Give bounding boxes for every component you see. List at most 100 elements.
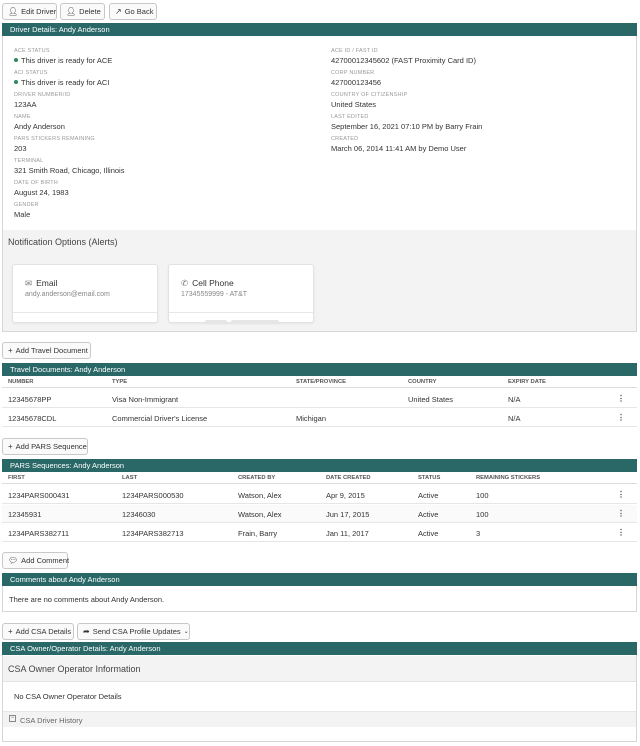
- doc-type: Visa Non-Immigrant: [112, 395, 179, 404]
- phone-card-title: Cell Phone: [192, 278, 234, 288]
- ace-status-value: This driver is ready for ACE: [14, 56, 112, 65]
- doc-number: 12345678CDL: [8, 414, 57, 423]
- dob-value: August 24, 1983: [14, 188, 69, 197]
- status-dot-icon: [14, 80, 18, 84]
- column-header: REMAINING STICKERS: [476, 475, 541, 481]
- edit-driver-button[interactable]: 👤︎ Edit Driver: [2, 3, 57, 20]
- more-options-icon[interactable]: ⋮: [617, 528, 625, 537]
- created-label: CREATED: [331, 136, 359, 142]
- doc-state: Michigan: [296, 414, 327, 423]
- send-csa-profile-updates-label: Send CSA Profile Updates: [92, 627, 181, 636]
- column-header: STATE/PROVINCE: [296, 379, 347, 385]
- delete-label: Delete: [79, 7, 101, 16]
- go-back-button[interactable]: ↗ Go Back: [109, 3, 157, 20]
- driver-details-title: Driver Details: Andy Anderson: [10, 25, 110, 34]
- name-label: NAME: [14, 114, 31, 120]
- ace-id-label: ACE ID / FAST ID: [331, 48, 378, 54]
- csa-header: CSA Owner/Operator Details: Andy Anderso…: [2, 642, 637, 655]
- pars-remaining: 100: [476, 510, 489, 519]
- doc-expiry: N/A: [508, 414, 521, 423]
- pars-date-created: Jun 17, 2015: [326, 510, 370, 519]
- pars-last: 1234PARS000530: [122, 491, 184, 500]
- csa-driver-history-label: CSA Driver History: [20, 716, 83, 725]
- citizenship-label: COUNTRY OF CITIZENSHIP: [331, 92, 408, 98]
- table-row[interactable]: 12345931 12346030 Watson, Alex Jun 17, 2…: [2, 505, 637, 523]
- add-travel-document-button[interactable]: + Add Travel Document: [2, 342, 91, 359]
- status-dot-icon: [14, 58, 18, 62]
- travel-documents-header: Travel Documents: Andy Anderson: [2, 363, 637, 376]
- send-csa-profile-updates-button[interactable]: ➦ Send CSA Profile Updates ⌄: [77, 623, 190, 640]
- gender-label: GENDER: [14, 202, 39, 208]
- pars-sequences-title: PARS Sequences: Andy Anderson: [10, 461, 125, 470]
- external-link-icon: ↗: [115, 7, 122, 16]
- more-options-icon[interactable]: ⋮: [617, 394, 625, 403]
- pars-date-created: Jan 11, 2017: [326, 529, 369, 538]
- csa-empty-text: No CSA Owner Operator Details: [14, 692, 122, 701]
- csa-section-title-bar: CSA Owner Operator Information: [3, 656, 636, 682]
- corp-number-label: CORP NUMBER: [331, 70, 375, 76]
- envelope-icon: ✉: [25, 278, 33, 288]
- add-pars-sequence-label: Add PARS Sequence: [15, 442, 87, 451]
- driver-number-value: 123AA: [14, 100, 37, 109]
- travel-table-header: NUMBER TYPE STATE/PROVINCE COUNTRY EXPIR…: [2, 377, 637, 388]
- more-options-icon[interactable]: ⋮: [617, 490, 625, 499]
- terminal-value: 321 Smith Road, Chicago, Illinois: [14, 166, 125, 175]
- plus-icon: +: [8, 627, 13, 636]
- pars-first: 1234PARS000431: [8, 491, 70, 500]
- pars-status: Active: [418, 510, 439, 519]
- delete-button[interactable]: 👤︎ Delete: [60, 3, 105, 20]
- chevron-down-icon: ⌄: [183, 629, 189, 635]
- created-value: March 06, 2014 11:41 AM by Demo User: [331, 144, 467, 153]
- notifications-title: Notification Options (Alerts): [8, 237, 118, 247]
- column-header: COUNTRY: [408, 379, 437, 385]
- pars-created-by: Watson, Alex: [238, 491, 282, 500]
- add-pars-sequence-button[interactable]: + Add PARS Sequence: [2, 438, 88, 455]
- phone-card-toggle-a[interactable]: [205, 320, 227, 324]
- pars-stickers-label: PARS STICKERS REMAINING: [14, 136, 95, 142]
- dob-label: DATE OF BIRTH: [14, 180, 58, 186]
- ace-status-label: ACE STATUS: [14, 48, 50, 54]
- add-csa-details-button[interactable]: + Add CSA Details: [2, 623, 74, 640]
- phone-card-toggle-b[interactable]: [231, 320, 279, 324]
- pars-created-by: Watson, Alex: [238, 510, 282, 519]
- table-row[interactable]: 1234PARS000431 1234PARS000530 Watson, Al…: [2, 486, 637, 504]
- add-comment-button[interactable]: 💬︎ Add Comment: [2, 552, 70, 569]
- pars-stickers-value: 203: [14, 144, 27, 153]
- terminal-label: TERMINAL: [14, 158, 44, 164]
- csa-driver-history-row[interactable]: − CSA Driver History: [3, 711, 636, 727]
- pars-status: Active: [418, 529, 439, 538]
- add-comment-label: Add Comment: [21, 556, 70, 565]
- more-options-icon[interactable]: ⋮: [617, 413, 625, 422]
- go-back-label: Go Back: [124, 7, 154, 16]
- pars-sequences-header: PARS Sequences: Andy Anderson: [2, 459, 637, 472]
- doc-country: United States: [408, 395, 454, 404]
- csa-title: CSA Owner/Operator Details: Andy Anderso…: [10, 644, 161, 653]
- pars-remaining: 3: [476, 529, 481, 538]
- table-row[interactable]: 12345678PP Visa Non-Immigrant United Sta…: [2, 390, 637, 408]
- column-header: DATE CREATED: [326, 475, 371, 481]
- comments-panel: There are no comments about Andy Anderso…: [2, 586, 637, 612]
- phone-icon: ✆: [181, 278, 189, 288]
- more-options-icon[interactable]: ⋮: [617, 509, 625, 518]
- pars-created-by: Frain, Barry: [238, 529, 278, 538]
- column-header: EXPIRY DATE: [508, 379, 546, 385]
- pars-date-created: Apr 9, 2015: [326, 491, 365, 500]
- user-edit-icon: 👤︎: [8, 7, 19, 16]
- column-header: CREATED BY: [238, 475, 276, 481]
- share-icon: ➦: [83, 627, 90, 636]
- user-delete-icon: 👤︎: [66, 7, 77, 16]
- phone-card[interactable]: ✆ Cell Phone 17345559999 - AT&T: [168, 264, 314, 324]
- last-edited-value: September 16, 2021 07:10 PM by Barry Fra…: [331, 122, 483, 131]
- comments-empty-text: There are no comments about Andy Anderso…: [9, 595, 165, 604]
- citizenship-value: United States: [331, 100, 377, 109]
- table-row[interactable]: 12345678CDL Commercial Driver's License …: [2, 409, 637, 427]
- add-travel-document-label: Add Travel Document: [15, 346, 88, 355]
- aci-status-label: ACI STATUS: [14, 70, 48, 76]
- pars-first: 1234PARS382711: [8, 529, 70, 538]
- csa-section-title: CSA Owner Operator Information: [8, 664, 141, 674]
- doc-number: 12345678PP: [8, 395, 52, 404]
- driver-details-header: Driver Details: Andy Anderson: [2, 23, 637, 36]
- table-row[interactable]: 1234PARS382711 1234PARS382713 Frain, Bar…: [2, 524, 637, 542]
- comment-icon: 💬︎: [8, 556, 19, 565]
- email-card[interactable]: ✉ Email andy.anderson@email.com: [12, 264, 158, 323]
